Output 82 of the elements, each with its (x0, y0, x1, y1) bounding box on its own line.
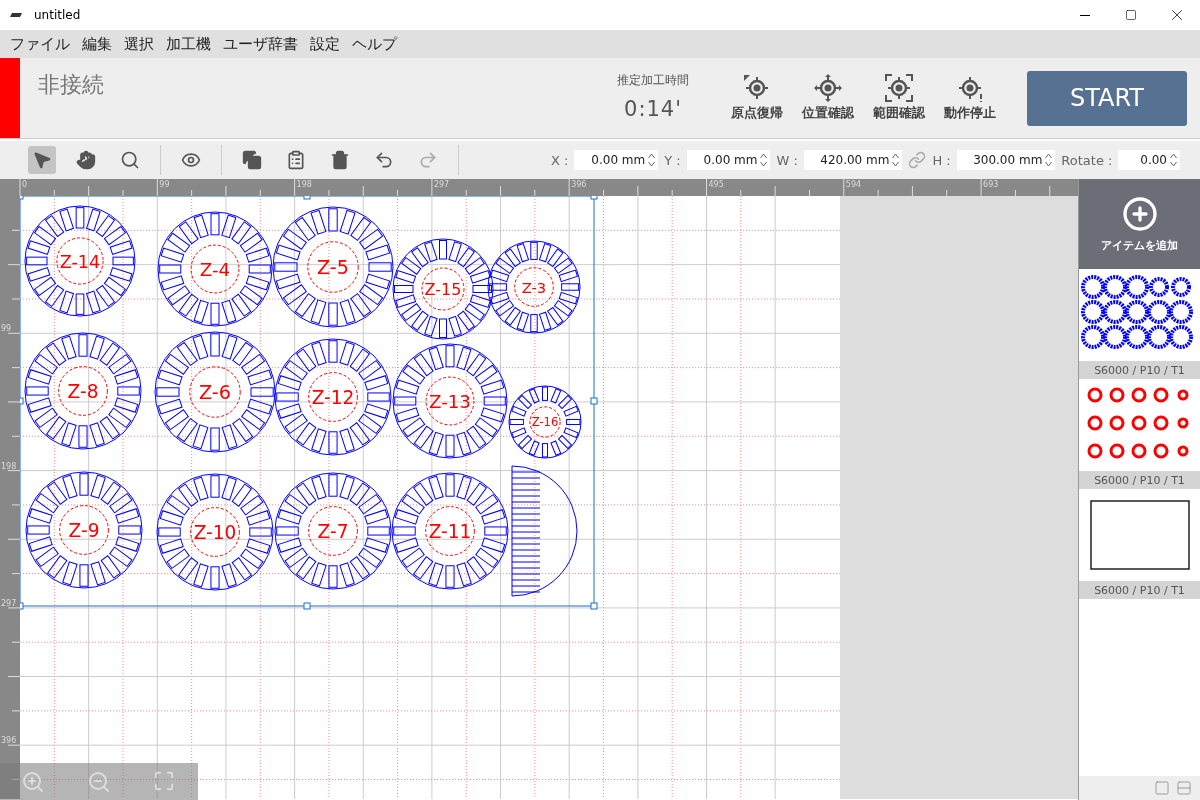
action-button[interactable]: 範囲確認 (863, 74, 934, 122)
menu-item[interactable]: ユーザ辞書 (219, 34, 302, 54)
trash-icon (330, 150, 350, 170)
part-label: Z-12 (311, 386, 355, 408)
pointer-icon (32, 150, 52, 170)
add-item-button[interactable]: アイテムを追加 (1079, 179, 1200, 269)
hand-icon (76, 150, 96, 170)
estimate-label: 推定加工時間 (617, 72, 689, 89)
part-label: Z-10 (193, 521, 237, 543)
ruler-label: 99 (1, 324, 12, 334)
ruler-label: 0 (22, 180, 28, 189)
app-icon (10, 11, 24, 19)
menu-item[interactable]: 加工機 (162, 34, 215, 54)
menu-item[interactable]: 選択 (120, 34, 158, 54)
ruler-label: 396 (1, 736, 17, 746)
ruler-label: 594 (845, 180, 862, 189)
menu-item[interactable]: 設定 (306, 34, 344, 54)
number-field[interactable]: 420.00 mm (803, 150, 893, 170)
part-label: Z-3 (521, 278, 547, 296)
menu-item[interactable]: 編集 (78, 34, 116, 54)
ruler-label: 297 (1, 598, 17, 608)
minimize-icon (1080, 14, 1090, 16)
part-label: Z-16 (531, 415, 559, 430)
undo-icon (374, 150, 394, 170)
spinner-icon[interactable] (1045, 150, 1056, 170)
search-icon (120, 150, 140, 170)
spinner-icon[interactable] (892, 150, 903, 170)
menu-item[interactable]: ファイル (6, 34, 74, 54)
ruler-label: 495 (708, 180, 724, 189)
zoom-out-icon (87, 769, 111, 794)
connection-status: 非接続 (37, 71, 105, 99)
part-label: Z-5 (317, 256, 349, 280)
window-title: untitled (34, 8, 82, 22)
start-button[interactable]: START (1027, 70, 1187, 126)
part-label: Z-7 (317, 520, 349, 542)
ruler-label: 297 (433, 180, 450, 189)
eye-icon (181, 150, 201, 170)
ruler-label: 396 (571, 180, 587, 189)
position-target-icon (813, 74, 842, 102)
number-field[interactable]: 300.00 mm (956, 150, 1046, 170)
field-label: Rotate : (1061, 152, 1113, 168)
item-caption: S6000 / P10 / T1 (1079, 361, 1200, 379)
fit-view-icon (153, 769, 175, 792)
ruler-label: 99 (159, 180, 170, 189)
estimate-value: 0:14' (624, 97, 682, 121)
redo-icon (418, 150, 438, 170)
item-caption: S6000 / P10 / T1 (1079, 471, 1200, 489)
spinner-icon[interactable] (760, 150, 771, 170)
number-field[interactable]: 0.00 mm (686, 150, 761, 170)
clipboard-icon (286, 150, 306, 170)
part-label: Z-4 (199, 258, 231, 280)
part-label: Z-9 (68, 519, 100, 541)
part-label: Z-11 (428, 520, 472, 542)
item-caption: S6000 / P10 / T1 (1079, 581, 1200, 599)
plus-circle-icon (1121, 195, 1158, 232)
zoom-in-icon (21, 769, 45, 794)
part-label: Z-8 (67, 380, 99, 402)
field-label: X : (551, 152, 569, 168)
ruler-label: 198 (1, 461, 17, 471)
action-button[interactable]: 位置確認 (792, 74, 863, 122)
field-label: H : (932, 152, 951, 168)
ruler-label: 198 (296, 180, 312, 189)
maximize-icon (1125, 9, 1137, 21)
part-label: Z-14 (59, 251, 101, 272)
number-field[interactable]: 0.00 mm (574, 150, 649, 170)
action-button[interactable]: 原点復帰 (721, 74, 792, 122)
menu-item[interactable]: ヘルプ (348, 34, 401, 54)
part-label: Z-15 (424, 280, 462, 299)
copy-icon (242, 150, 262, 170)
home-target-icon (742, 74, 771, 102)
part-label: Z-6 (199, 381, 231, 405)
number-field[interactable]: 0.00 (1118, 150, 1170, 170)
spinner-icon[interactable] (1170, 150, 1180, 170)
field-label: W : (776, 152, 798, 168)
ruler-label: 693 (983, 180, 999, 189)
selection-frame[interactable] (20, 196, 598, 610)
part-label: Z-13 (429, 390, 471, 412)
range-target-icon (884, 74, 913, 102)
spinner-icon[interactable] (648, 150, 659, 170)
action-button[interactable]: 動作停止 (934, 74, 1005, 122)
field-label: Y : (664, 152, 681, 168)
pointer-tool[interactable] (28, 146, 56, 174)
